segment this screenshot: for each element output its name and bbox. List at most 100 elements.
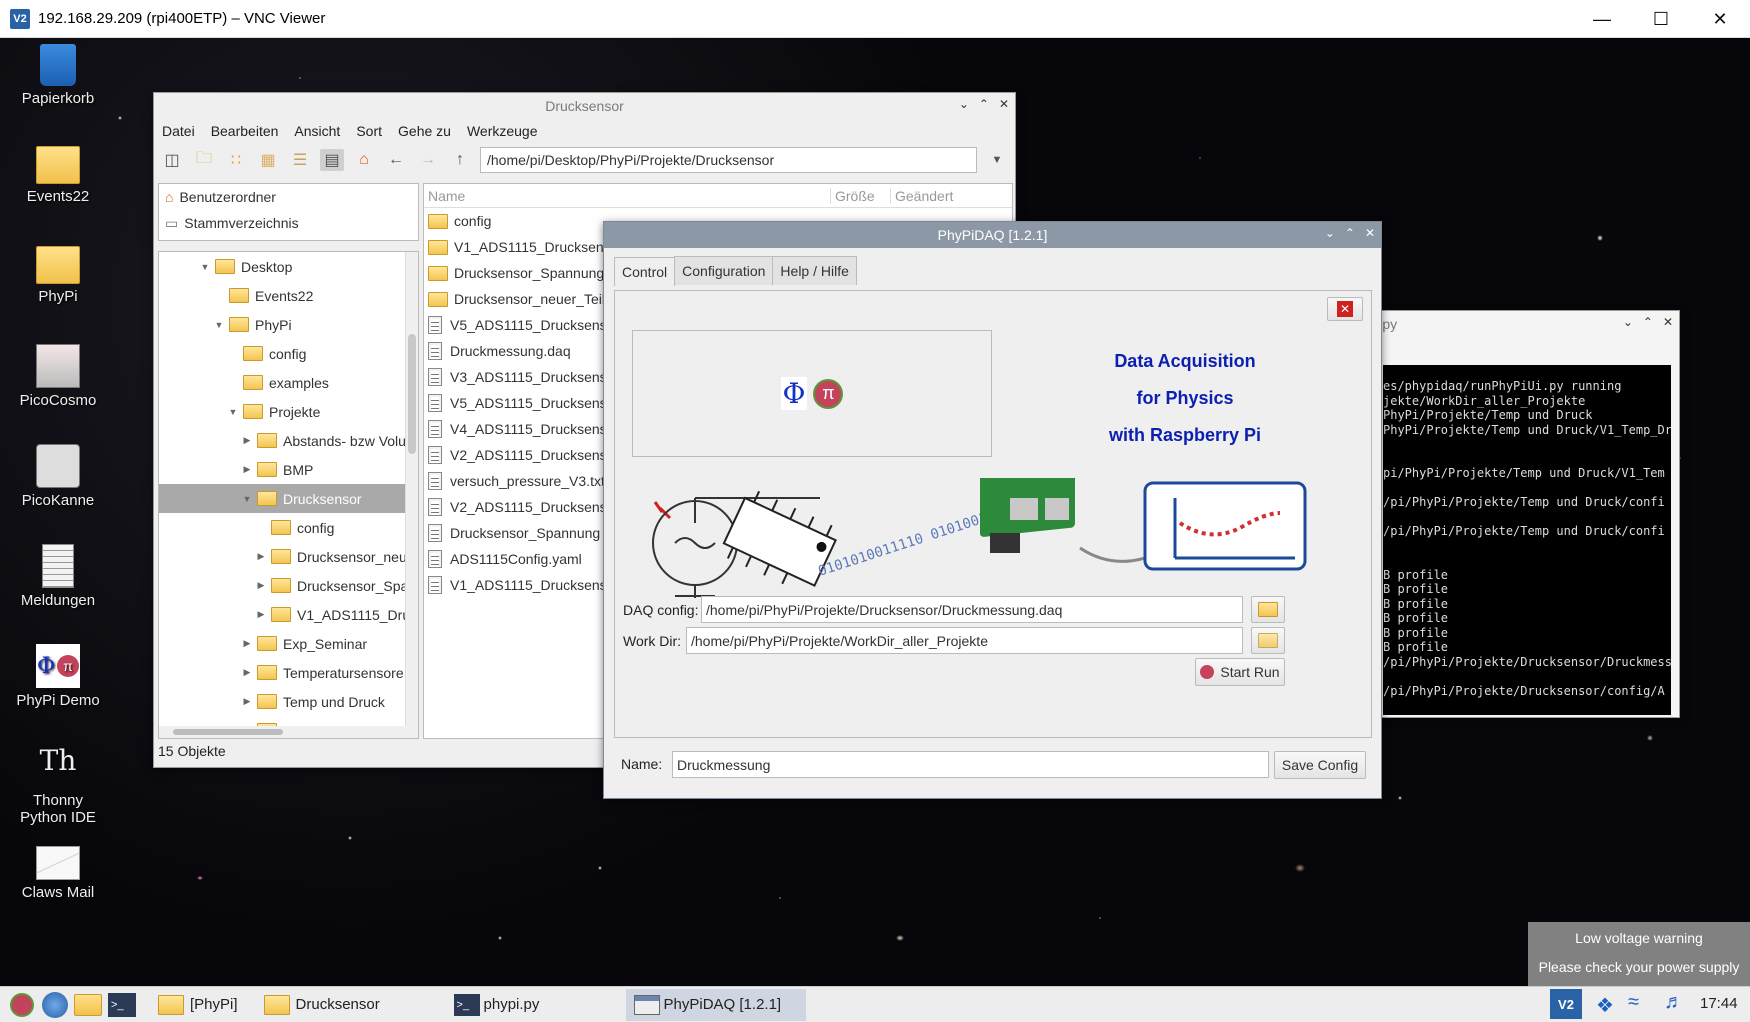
new-folder-icon[interactable]: 🗀	[192, 149, 216, 171]
tree-item[interactable]: ▼ Drucksensor	[159, 484, 418, 513]
maximize-icon[interactable]: ⌃	[1643, 315, 1653, 329]
save-config-button[interactable]: Save Config	[1274, 751, 1366, 779]
start-run-button[interactable]: Start Run	[1195, 658, 1285, 686]
close-icon[interactable]: ✕	[999, 97, 1009, 111]
icon-view-icon[interactable]: ∷	[224, 149, 248, 171]
expander-icon[interactable]: ▶	[241, 464, 253, 475]
column-name[interactable]: Name	[424, 187, 831, 204]
task-phypidaq[interactable]: PhyPiDAQ [1.2.1]	[625, 988, 806, 1021]
minimize-icon[interactable]: ⌄	[1325, 226, 1335, 240]
maximize-icon[interactable]: ⌃	[979, 97, 989, 111]
expander-icon[interactable]: ▼	[213, 320, 225, 330]
menu-bearbeiten[interactable]: Bearbeiten	[211, 123, 279, 139]
thumbnail-view-icon[interactable]: ▦	[256, 149, 280, 171]
up-icon[interactable]: ↑	[448, 149, 472, 171]
home-icon[interactable]: ⌂	[352, 149, 376, 171]
expander-icon[interactable]: ▶	[241, 435, 253, 446]
tree-item[interactable]: config	[159, 513, 418, 542]
vnc-server-icon[interactable]: V2	[1550, 989, 1582, 1019]
desktop-icon-papierkorb[interactable]: Papierkorb	[8, 44, 108, 107]
minimize-icon[interactable]: ⌄	[1623, 315, 1633, 329]
tree-item[interactable]: ▼ PhyPi	[159, 310, 418, 339]
tree-item[interactable]: ▶ Drucksensor_neu	[159, 542, 418, 571]
workdir-browse-button[interactable]	[1251, 627, 1285, 654]
desktop-icon-phypi[interactable]: PhyPi	[8, 246, 108, 305]
volume-icon[interactable]: ♬	[1664, 991, 1684, 1014]
daq-config-browse-button[interactable]	[1251, 596, 1285, 623]
folder-tree[interactable]: ▼ Desktop Events22 ▼ PhyPi config examples ▼ Pro…	[158, 251, 419, 739]
desktop-icon-phypi-demo[interactable]: Φ π PhyPi Demo	[8, 644, 108, 709]
detail-view-icon[interactable]: ▤	[320, 149, 344, 171]
tree-item[interactable]: ▼ Desktop	[159, 252, 418, 281]
tree-item[interactable]: ▶ V1_ADS1115_Dru	[159, 600, 418, 629]
maximize-icon[interactable]: ⌃	[1345, 226, 1355, 240]
tree-item[interactable]: ▶ Temperatursensore	[159, 658, 418, 687]
file-manager-icon[interactable]	[74, 993, 102, 1016]
desktop-icon-thonny[interactable]: Th Thonny Python IDE	[8, 744, 108, 826]
desktop-icon-meldungen[interactable]: Meldungen	[8, 544, 108, 609]
places-home[interactable]: ⌂ Benutzerordner	[159, 184, 418, 210]
browser-icon[interactable]	[42, 991, 68, 1018]
path-dropdown-icon[interactable]: ▼	[985, 149, 1009, 171]
tab-configuration[interactable]: Configuration	[674, 256, 774, 285]
minimize-icon[interactable]: —	[1573, 0, 1631, 38]
workdir-input[interactable]: /home/pi/PhyPi/Projekte/WorkDir_aller_Pr…	[686, 627, 1243, 654]
desktop-icon-picokanne[interactable]: PicoKanne	[8, 444, 108, 509]
expander-icon[interactable]: ▶	[241, 667, 253, 678]
menu-datei[interactable]: Datei	[162, 123, 195, 139]
close-panel-button[interactable]: ✕	[1327, 297, 1363, 321]
clock[interactable]: 17:44	[1700, 995, 1738, 1012]
daq-config-input[interactable]: /home/pi/PhyPi/Projekte/Drucksensor/Druc…	[701, 596, 1243, 623]
tree-item[interactable]: ▶ Temp und Druck	[159, 687, 418, 716]
low-voltage-notification[interactable]: Low voltage warning Please check your po…	[1528, 922, 1750, 986]
bluetooth-icon[interactable]: ❖	[1596, 993, 1614, 1018]
close-icon[interactable]: ✕	[1663, 315, 1673, 329]
path-input[interactable]: /home/pi/Desktop/PhyPi/Projekte/Drucksen…	[480, 147, 977, 173]
tree-item[interactable]: examples	[159, 368, 418, 397]
task-phypi-py[interactable]: >_ phypi.py	[446, 989, 616, 1021]
tree-scrollbar[interactable]	[405, 252, 418, 738]
menu-gehe-zu[interactable]: Gehe zu	[398, 123, 451, 139]
maximize-icon[interactable]: ☐	[1632, 0, 1690, 38]
raspberry-menu-icon[interactable]	[10, 992, 34, 1017]
phypidaq-window[interactable]: PhyPiDAQ [1.2.1] ⌄ ⌃ ✕ Control Configura…	[603, 221, 1382, 799]
expander-icon[interactable]: ▶	[241, 696, 253, 707]
desktop-icon-picocosmo[interactable]: PicoCosmo	[8, 344, 108, 409]
back-icon[interactable]: ←	[384, 149, 408, 171]
places-root[interactable]: ▭ Stammverzeichnis	[159, 210, 418, 236]
tree-hscrollbar[interactable]	[159, 726, 407, 738]
minimize-icon[interactable]: ⌄	[959, 97, 969, 111]
tree-item[interactable]: config	[159, 339, 418, 368]
tree-item[interactable]: ▶ Exp_Seminar	[159, 629, 418, 658]
expander-icon[interactable]: ▶	[241, 638, 253, 649]
terminal-output[interactable]: es/phypidaq/runPhyPiUi.py running jekte/W…	[1383, 365, 1671, 715]
tree-item[interactable]: ▼ Projekte	[159, 397, 418, 426]
desktop-icon-events22[interactable]: Events22	[8, 146, 108, 205]
tab-control[interactable]: Control	[614, 257, 676, 286]
menu-werkzeuge[interactable]: Werkzeuge	[467, 123, 538, 139]
tree-item[interactable]: ▶ Drucksensor_Spa	[159, 571, 418, 600]
tree-item[interactable]: ▶ Abstands- bzw Volu	[159, 426, 418, 455]
expander-icon[interactable]: ▶	[255, 551, 267, 562]
column-size[interactable]: Größe	[831, 187, 891, 204]
forward-icon[interactable]: →	[416, 149, 440, 171]
tree-item[interactable]: Events22	[159, 281, 418, 310]
compact-view-icon[interactable]: ☰	[288, 149, 312, 171]
filemanager-titlebar[interactable]: Drucksensor ⌄ ⌃ ✕	[154, 93, 1015, 119]
phypidaq-titlebar[interactable]: PhyPiDAQ [1.2.1] ⌄ ⌃ ✕	[604, 222, 1381, 248]
expander-icon[interactable]: ▼	[241, 494, 253, 504]
expander-icon[interactable]: ▶	[255, 580, 267, 591]
tab-help[interactable]: Help / Hilfe	[772, 256, 857, 285]
expander-icon[interactable]: ▼	[227, 407, 239, 417]
close-icon[interactable]: ✕	[1691, 0, 1749, 38]
desktop-icon-claws-mail[interactable]: Claws Mail	[8, 846, 108, 901]
expander-icon[interactable]: ▶	[255, 609, 267, 620]
tree-scrollbar-thumb[interactable]	[408, 334, 416, 454]
wifi-icon[interactable]: ≈	[1628, 991, 1639, 1014]
close-icon[interactable]: ✕	[1365, 226, 1375, 240]
tree-item[interactable]: ▶ BMP	[159, 455, 418, 484]
menu-ansicht[interactable]: Ansicht	[294, 123, 340, 139]
expander-icon[interactable]: ▼	[199, 262, 211, 272]
menu-sort[interactable]: Sort	[356, 123, 382, 139]
column-changed[interactable]: Geändert	[891, 188, 1012, 204]
